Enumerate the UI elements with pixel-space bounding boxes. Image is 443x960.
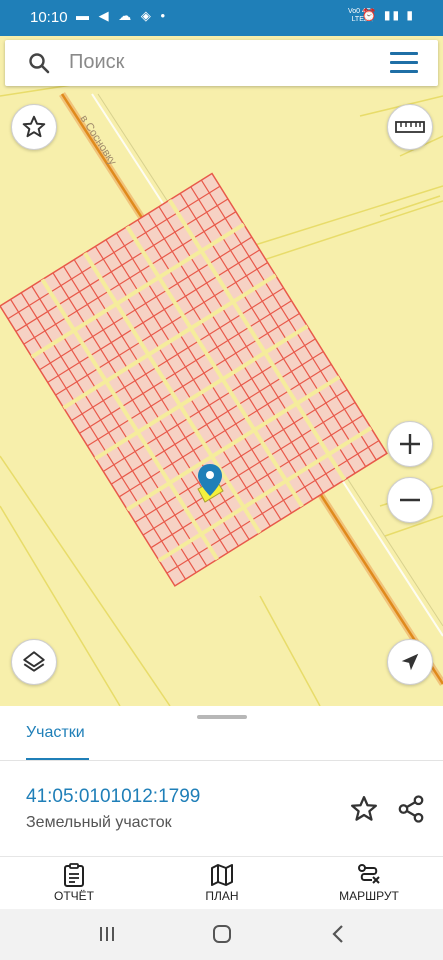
cadastral-map[interactable]: в Сосновку bbox=[0, 36, 443, 706]
plus-icon bbox=[400, 434, 420, 454]
back-icon[interactable] bbox=[330, 924, 346, 944]
zoom-in-button[interactable] bbox=[387, 421, 433, 467]
clipboard-icon bbox=[64, 863, 84, 887]
nav-route-label: МАРШРУТ bbox=[339, 889, 399, 903]
nav-plan[interactable]: ПЛАН bbox=[199, 863, 245, 903]
map-canvas[interactable]: в Сосновку bbox=[0, 36, 443, 706]
nav-plan-label: ПЛАН bbox=[205, 889, 239, 903]
share-icon[interactable] bbox=[396, 794, 426, 824]
zoom-out-button[interactable] bbox=[387, 477, 433, 523]
status-bar: 10:10 ▬ ◀ ☁ ◈ • Vo0 4G LTE2 ⏰ ▮▮ ▮ bbox=[0, 0, 443, 36]
favorite-button[interactable] bbox=[11, 104, 57, 150]
nav-report[interactable]: ОТЧЁТ bbox=[50, 863, 98, 903]
route-icon bbox=[358, 864, 380, 884]
parcel-type: Земельный участок bbox=[26, 814, 172, 831]
search-bar[interactable]: Поиск bbox=[5, 40, 438, 86]
ruler-button[interactable] bbox=[387, 104, 433, 150]
minus-icon bbox=[400, 498, 420, 502]
system-icons: ⏰ ▮▮ ▮ bbox=[361, 8, 415, 22]
status-time: 10:10 bbox=[30, 9, 68, 26]
system-navigation-bar bbox=[0, 909, 443, 960]
search-input[interactable]: Поиск bbox=[69, 51, 124, 74]
bottom-navigation: ОТЧЁТ ПЛАН МАРШРУТ bbox=[0, 856, 443, 910]
parcel-sheet: Участки 41:05:0101012:1799 Земельный уча… bbox=[0, 706, 443, 856]
map-icon bbox=[211, 864, 233, 886]
my-location-button[interactable] bbox=[387, 639, 433, 685]
notification-icons: ▬ ◀ ☁ ◈ • bbox=[76, 8, 168, 23]
sheet-handle[interactable] bbox=[197, 715, 247, 719]
star-outline-icon bbox=[22, 115, 46, 138]
street-label: в Сосновку bbox=[77, 113, 118, 168]
nav-route[interactable]: МАРШРУТ bbox=[334, 863, 404, 903]
tab-parcels[interactable]: Участки bbox=[26, 724, 85, 742]
search-icon[interactable] bbox=[27, 51, 51, 75]
recent-apps-icon[interactable] bbox=[98, 925, 116, 943]
star-outline-icon[interactable] bbox=[349, 794, 379, 824]
layers-button[interactable] bbox=[11, 639, 57, 685]
layers-icon bbox=[23, 651, 45, 672]
home-icon[interactable] bbox=[212, 924, 232, 944]
menu-icon[interactable] bbox=[390, 52, 418, 74]
parcel-cadastral-number[interactable]: 41:05:0101012:1799 bbox=[26, 786, 200, 808]
divider bbox=[0, 760, 443, 761]
nav-report-label: ОТЧЁТ bbox=[53, 889, 94, 903]
ruler-icon bbox=[395, 121, 425, 133]
navigation-arrow-icon bbox=[401, 653, 419, 671]
